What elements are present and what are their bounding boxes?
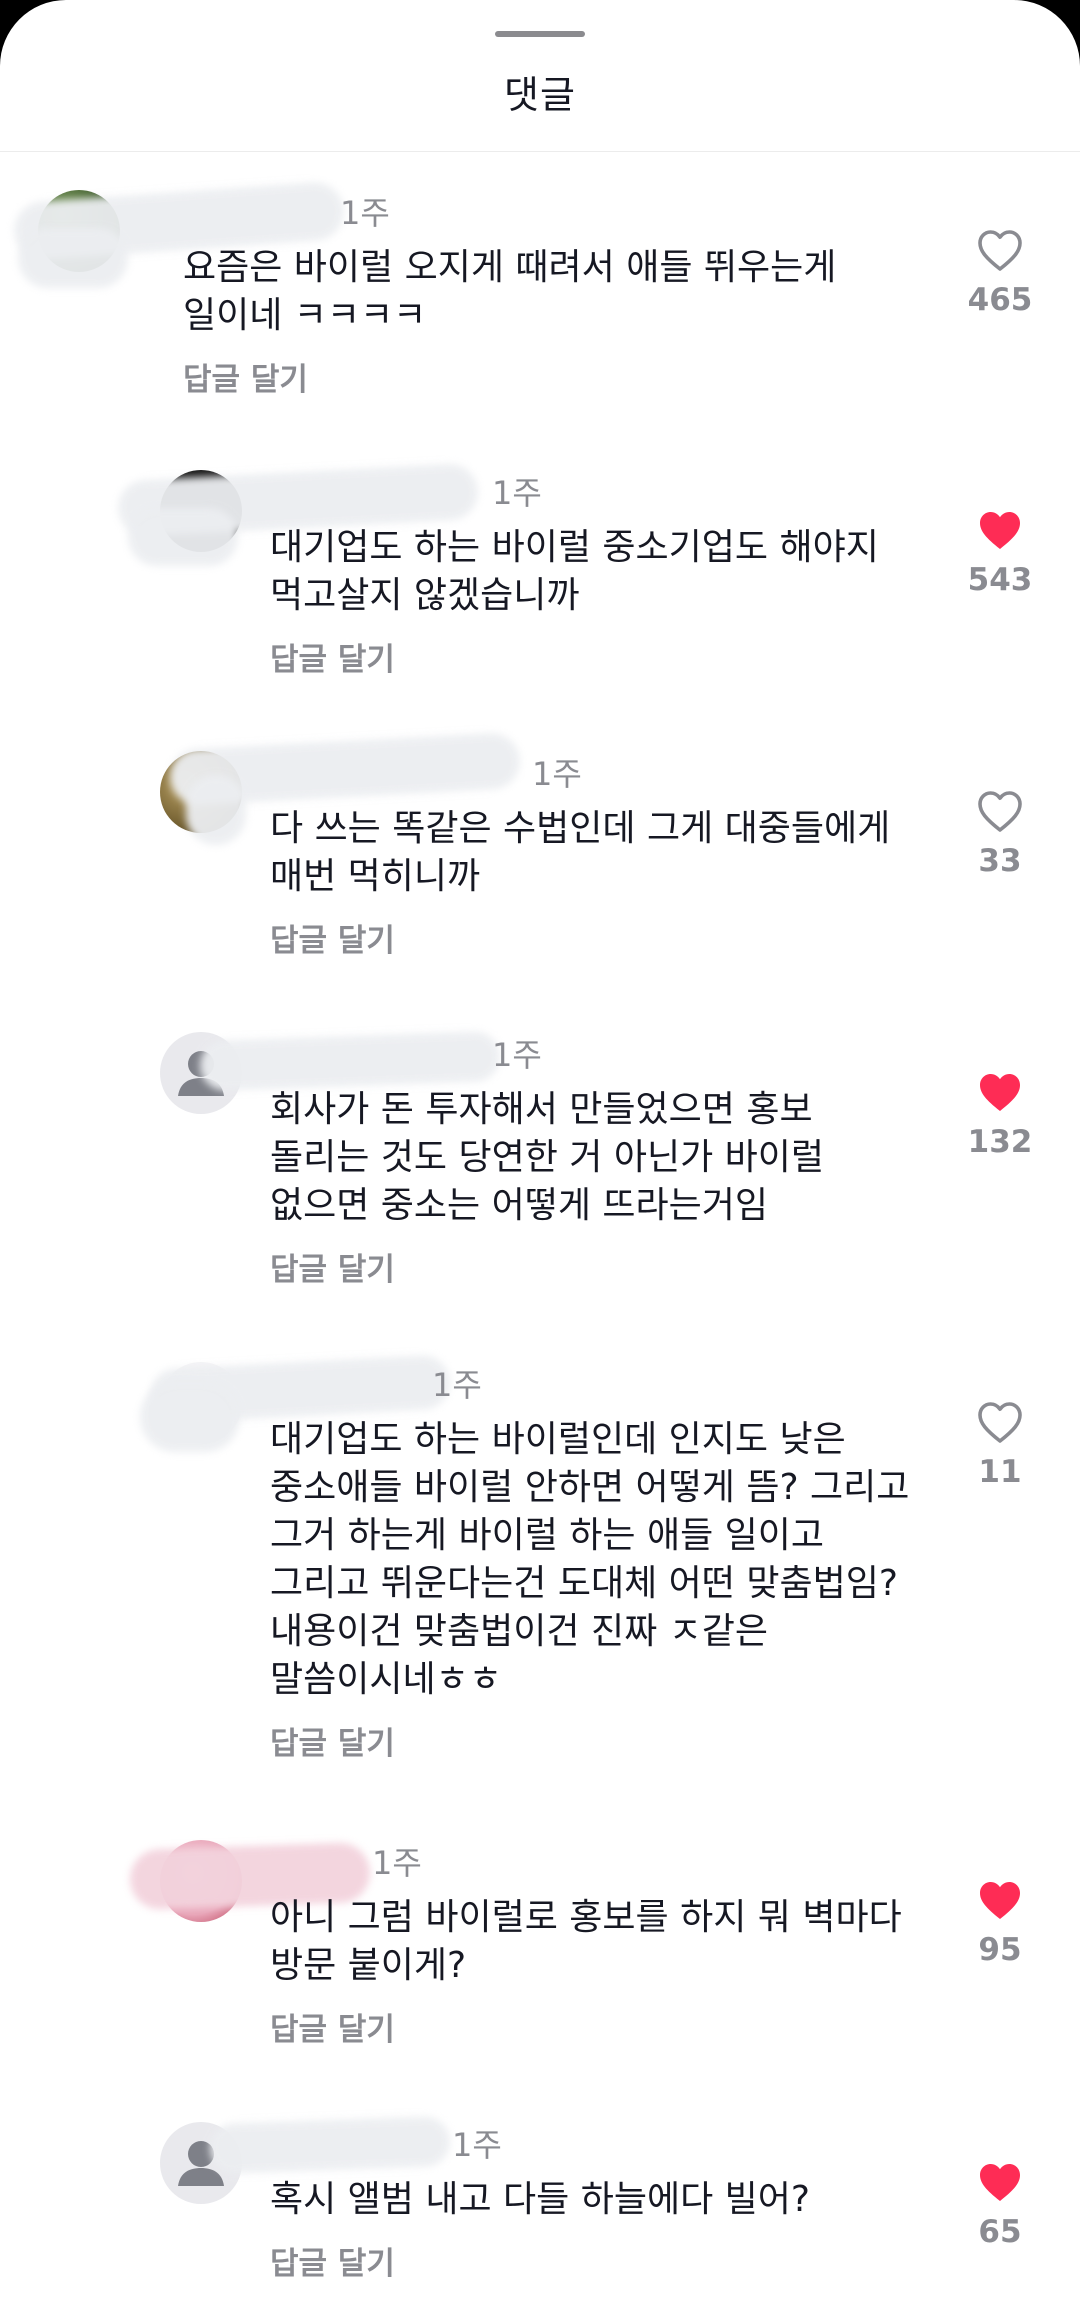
redacted-username (209, 2115, 451, 2175)
reply-button[interactable]: 답글 달기 (270, 915, 395, 960)
redacted-avatar-overlay (186, 775, 246, 845)
like-button[interactable]: 95 (960, 1878, 1040, 1968)
comment-time: 1주 (372, 1844, 422, 1882)
comment-text: 대기업도 하는 바이럴 중소기업도 해야지 먹고살지 않겠습니까 (270, 527, 879, 616)
comment-time: 1주 (492, 474, 542, 512)
comment-item: 1주 회사가 돈 투자해서 만들었으면 홍보 돌리는 것도 당연한 거 아닌가 … (0, 1022, 1080, 1312)
drag-handle[interactable] (495, 31, 585, 37)
like-count: 33 (978, 843, 1022, 879)
comment-text: 혹시 앨범 내고 다들 하늘에다 빌어? (270, 2179, 811, 2220)
reply-button[interactable]: 답글 달기 (270, 1718, 395, 1763)
header-divider (0, 151, 1080, 152)
like-count: 11 (978, 1454, 1022, 1490)
reply-button[interactable]: 답글 달기 (270, 1244, 395, 1289)
redacted-avatar-overlay (140, 1382, 240, 1452)
like-button[interactable]: 132 (960, 1070, 1040, 1160)
comment-text: 대기업도 하는 바이럴인데 인지도 낮은 중소애들 바이럴 안하면 어떻게 뜸?… (270, 1419, 910, 1700)
comments-sheet: 댓글 1주 요즘은 바이럴 오지게 때려서 애들 뛰우는게 일이네 ㅋㅋㅋㅋ 답… (0, 0, 1080, 2318)
like-button[interactable]: 465 (960, 228, 1040, 318)
reply-button[interactable]: 답글 달기 (270, 634, 395, 679)
heart-outline-icon (978, 230, 1022, 271)
like-button[interactable]: 65 (960, 2160, 1040, 2250)
comment-item: 1주 다 쓰는 똑같은 수법인데 그게 대중들에게 매번 먹히니까 답글 달기 … (0, 731, 1080, 971)
sheet-title: 댓글 (504, 73, 576, 117)
comment-text: 아니 그럼 바이럴로 홍보를 하지 뭐 벽마다 방문 붙이게? (270, 1897, 902, 1986)
like-count: 465 (967, 282, 1033, 318)
comment-item: 1주 대기업도 하는 바이럴인데 인지도 낮은 중소애들 바이럴 안하면 어떻게… (0, 1352, 1080, 1782)
heart-filled-icon (980, 1074, 1020, 1111)
redacted-avatar-overlay (128, 508, 238, 566)
heart-filled-icon (980, 2164, 1020, 2201)
comment-text: 회사가 돈 투자해서 만들었으면 홍보 돌리는 것도 당연한 거 아닌가 바이럴… (270, 1089, 825, 1226)
reply-button[interactable]: 답글 달기 (183, 354, 308, 399)
redacted-avatar-overlay (18, 228, 128, 288)
comment-item: 1주 대기업도 하는 바이럴 중소기업도 해야지 먹고살지 않겠습니까 답글 달… (0, 460, 1080, 690)
comment-item: 1주 요즘은 바이럴 오지게 때려서 애들 뛰우는게 일이네 ㅋㅋㅋㅋ 답글 달… (0, 180, 1080, 410)
like-count: 543 (967, 562, 1033, 598)
redacted-username (199, 1030, 501, 1092)
reply-button[interactable]: 답글 달기 (270, 2004, 395, 2049)
comment-text: 다 쓰는 똑같은 수법인데 그게 대중들에게 매번 먹히니까 (270, 808, 891, 897)
heart-filled-icon (980, 512, 1020, 549)
comment-text: 요즘은 바이럴 오지게 때려서 애들 뛰우는게 일이네 ㅋㅋㅋㅋ (183, 247, 837, 336)
comment-time: 1주 (532, 755, 582, 793)
like-button[interactable]: 33 (960, 789, 1040, 879)
heart-outline-icon (978, 791, 1022, 832)
comment-time: 1주 (340, 194, 390, 232)
like-count: 65 (978, 2214, 1022, 2250)
like-button[interactable]: 11 (960, 1400, 1040, 1490)
heart-outline-icon (978, 1402, 1022, 1443)
comment-time: 1주 (452, 2126, 502, 2164)
comment-time: 1주 (432, 1366, 482, 1404)
like-count: 132 (967, 1124, 1033, 1160)
like-count: 95 (978, 1932, 1022, 1968)
reply-button[interactable]: 답글 달기 (270, 2238, 395, 2283)
comment-item: 1주 혹시 앨범 내고 다들 하늘에다 빌어? 답글 달기 65 (0, 2112, 1080, 2312)
comment-time: 1주 (492, 1036, 542, 1074)
comment-item: 1주 아니 그럼 바이럴로 홍보를 하지 뭐 벽마다 방문 붙이게? 답글 달기… (0, 1830, 1080, 2060)
like-button[interactable]: 543 (960, 508, 1040, 598)
heart-filled-icon (980, 1882, 1020, 1919)
